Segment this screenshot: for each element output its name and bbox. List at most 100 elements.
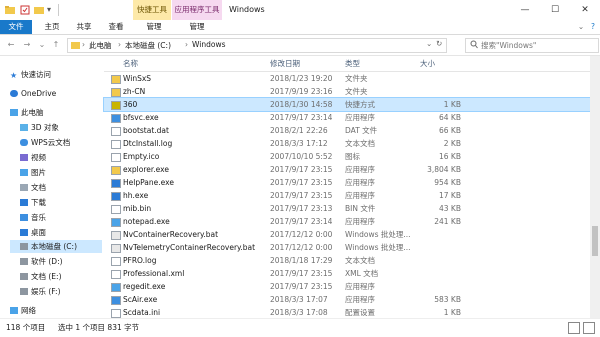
expand-ribbon-icon[interactable]: ⌄: [576, 20, 586, 34]
network-icon: [10, 307, 18, 314]
new-folder-icon[interactable]: [33, 4, 45, 16]
tab-manage-app[interactable]: 管理: [182, 20, 212, 34]
maximize-button[interactable]: ☐: [540, 0, 570, 20]
properties-icon[interactable]: [19, 4, 31, 16]
close-button[interactable]: ✕: [570, 0, 600, 20]
file-row[interactable]: Professional.xml 2017/9/17 23:15 XML 文档: [104, 267, 590, 280]
nav-onedrive[interactable]: OneDrive: [10, 87, 56, 100]
file-type: 应用程序: [345, 165, 375, 174]
item-count: 118 个项目: [6, 323, 46, 332]
recent-dropdown-icon[interactable]: ⌄: [37, 40, 47, 50]
vertical-scrollbar[interactable]: [590, 56, 600, 318]
tab-view[interactable]: 查看: [102, 20, 130, 34]
breadcrumb-this-pc[interactable]: 此电脑: [89, 40, 112, 51]
up-icon[interactable]: ↑: [51, 40, 61, 50]
help-icon: [111, 179, 121, 188]
file-row[interactable]: DtcInstall.log 2018/3/3 17:12 文本文档 2 KB: [104, 137, 590, 150]
file-row[interactable]: zh-CN 2017/9/19 23:16 文件夹: [104, 85, 590, 98]
tab-share[interactable]: 共享: [70, 20, 98, 34]
drive-icon: [20, 273, 28, 280]
tab-manage-shortcut[interactable]: 管理: [140, 20, 168, 34]
navigation-pane: ★ 快速访问 OneDrive 此电脑 3D 对象 WPS云文档 视频 图片 文档…: [0, 56, 103, 318]
scrollbar-thumb[interactable]: [592, 226, 598, 256]
file-row[interactable]: NvTelemetryContainerRecovery.bat 2017/12/…: [104, 241, 590, 254]
nav-videos[interactable]: 视频: [20, 151, 46, 164]
file-name: 360: [123, 100, 138, 109]
file-row[interactable]: bfsvc.exe 2017/9/17 23:14 应用程序 64 KB: [104, 111, 590, 124]
nav-desktop[interactable]: 桌面: [20, 226, 46, 239]
cloud-icon: [10, 90, 18, 97]
title-separator: [58, 4, 59, 16]
file-date: 2007/10/10 5:52: [270, 152, 333, 161]
title-bar: ▾ 快捷工具 应用程序工具 Windows — ☐ ✕: [0, 0, 600, 20]
nav-wps-cloud[interactable]: WPS云文档: [20, 136, 70, 149]
column-header-type[interactable]: 类型: [345, 58, 360, 70]
video-icon: [20, 154, 28, 161]
path-box[interactable]: › 此电脑 › 本地磁盘 (C:) › Windows ⌄ ↻: [67, 38, 447, 53]
breadcrumb-windows[interactable]: Windows: [192, 40, 225, 49]
nav-pictures[interactable]: 图片: [20, 166, 46, 179]
large-icons-view-icon[interactable]: [583, 322, 595, 334]
file-row[interactable]: regedit.exe 2017/9/17 23:15 应用程序: [104, 280, 590, 293]
nav-drive-d[interactable]: 软件 (D:): [20, 255, 63, 268]
nav-3d-objects[interactable]: 3D 对象: [20, 121, 59, 134]
forward-icon[interactable]: →: [22, 40, 32, 50]
minimize-button[interactable]: —: [510, 0, 540, 20]
file-row[interactable]: 360 2018/1/30 14:58 快捷方式 1 KB: [103, 97, 591, 112]
file-type: 文件夹: [345, 74, 368, 83]
tab-file[interactable]: 文件: [0, 20, 32, 34]
file-row[interactable]: Empty.ico 2007/10/10 5:52 图标 16 KB: [104, 150, 590, 163]
status-bar: 118 个项目 选中 1 个项目 831 字节: [0, 318, 600, 337]
file-row[interactable]: HelpPane.exe 2017/9/17 23:15 应用程序 954 KB: [104, 176, 590, 189]
window-title: Windows: [229, 5, 265, 14]
refresh-icon[interactable]: ↻: [436, 39, 442, 48]
address-bar: ← → ⌄ ↑ › 此电脑 › 本地磁盘 (C:) › Windows ⌄ ↻ …: [0, 35, 600, 56]
search-icon: [470, 40, 478, 51]
cloud-doc-icon: [20, 139, 28, 146]
column-header-date[interactable]: 修改日期: [270, 58, 300, 70]
nav-this-pc[interactable]: 此电脑: [10, 106, 44, 119]
back-icon[interactable]: ←: [6, 40, 16, 50]
nav-label: 网络: [21, 306, 36, 315]
column-header-name[interactable]: 名称: [123, 58, 138, 70]
file-row[interactable]: mib.bin 2017/9/17 23:13 BIN 文件 43 KB: [104, 202, 590, 215]
file-icon: [111, 153, 121, 162]
file-size: 16 KB: [439, 152, 461, 161]
nav-network[interactable]: 网络: [10, 304, 36, 317]
file-row[interactable]: NvContainerRecovery.bat 2017/12/12 0:00 Wi…: [104, 228, 590, 241]
computer-icon: [10, 109, 18, 116]
file-row[interactable]: WinSxS 2018/1/23 19:20 文件夹: [104, 72, 590, 85]
nav-downloads[interactable]: 下载: [20, 196, 46, 209]
help-icon: [111, 192, 121, 201]
breadcrumb-drive-c[interactable]: 本地磁盘 (C:): [125, 40, 171, 51]
exe-icon: [111, 114, 121, 123]
file-row[interactable]: ScAir.exe 2018/3/3 17:07 应用程序 583 KB: [104, 293, 590, 306]
column-header-size[interactable]: 大小: [420, 58, 435, 70]
nav-quick-access[interactable]: ★ 快速访问: [10, 68, 51, 81]
nav-drive-e[interactable]: 文档 (E:): [20, 270, 62, 283]
file-type: BIN 文件: [345, 204, 376, 213]
nav-music[interactable]: 音乐: [20, 211, 46, 224]
details-view-icon[interactable]: [568, 322, 580, 334]
file-date: 2017/12/12 0:00: [270, 243, 333, 252]
path-chevron-icon: ›: [82, 40, 85, 49]
file-size: 583 KB: [434, 295, 461, 304]
file-size: 2 KB: [443, 139, 461, 148]
file-row[interactable]: bootstat.dat 2018/2/1 22:26 DAT 文件 66 KB: [104, 124, 590, 137]
download-icon: [20, 199, 28, 206]
help-icon[interactable]: ?: [588, 20, 598, 34]
path-dropdown-icon[interactable]: ⌄: [426, 39, 432, 48]
desktop-icon: [20, 229, 28, 236]
file-row[interactable]: explorer.exe 2017/9/17 23:15 应用程序 3,804 KB: [104, 163, 590, 176]
path-chevron-icon: ›: [185, 40, 188, 49]
search-input[interactable]: 搜索"Windows": [465, 38, 599, 53]
nav-drive-f[interactable]: 娱乐 (F:): [20, 285, 61, 298]
file-icon: [111, 127, 121, 136]
file-row[interactable]: hh.exe 2017/9/17 23:15 应用程序 17 KB: [104, 189, 590, 202]
nav-drive-c[interactable]: 本地磁盘 (C:): [10, 240, 102, 253]
nav-documents[interactable]: 文档: [20, 181, 46, 194]
bat-icon: [111, 231, 121, 240]
tab-home[interactable]: 主页: [38, 20, 66, 34]
file-row[interactable]: notepad.exe 2017/9/17 23:14 应用程序 241 KB: [104, 215, 590, 228]
file-row[interactable]: PFRO.log 2018/1/18 17:29 文本文档: [104, 254, 590, 267]
